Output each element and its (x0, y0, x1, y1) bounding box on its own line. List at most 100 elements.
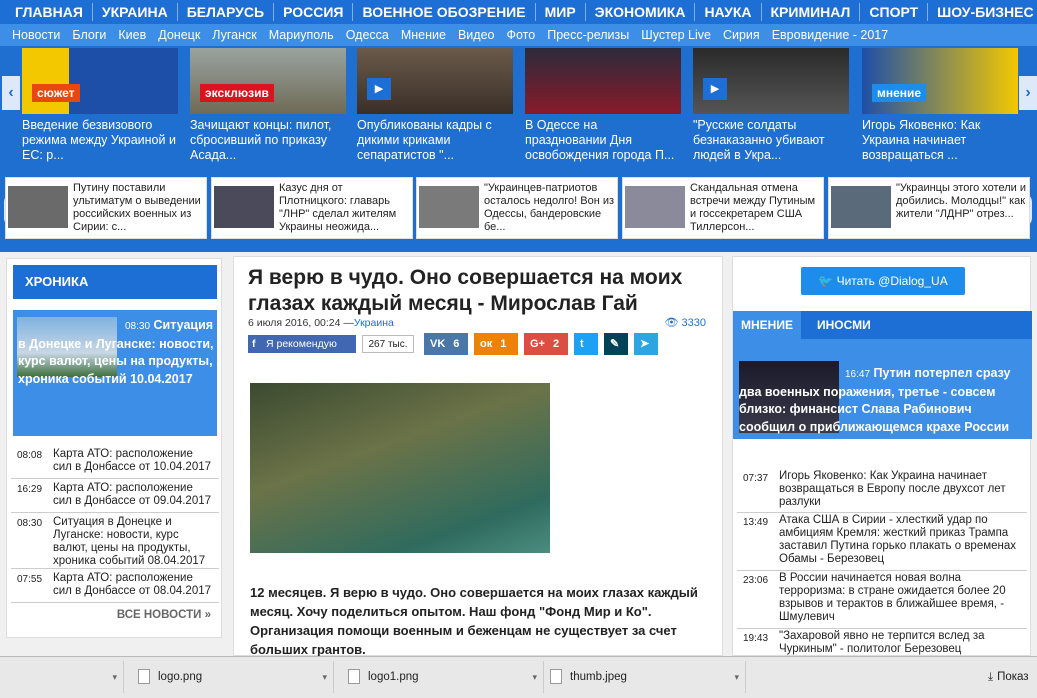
share-gplus-button[interactable]: G+ 2 (524, 333, 568, 355)
strip-card[interactable]: Путину поставили ультиматум о выведении … (5, 177, 207, 239)
strip-card[interactable]: Казус дня от Плотницкого: главарь "ЛНР" … (211, 177, 413, 239)
subnav-item[interactable]: Сирия (717, 28, 766, 42)
carousel-caption: Зачищают концы: пилот, сбросивший по при… (190, 118, 332, 162)
carousel-tag: сюжет (32, 84, 80, 102)
facebook-recommend-button[interactable]: fЯ рекомендую (248, 335, 356, 353)
share-count: 1 (500, 338, 507, 350)
opinion-item[interactable]: 07:37 Игорь Яковенко: Как Украина начинае… (737, 469, 1027, 513)
subnav-item[interactable]: Киев (112, 28, 152, 42)
nav-item[interactable]: СПОРТ (860, 3, 929, 21)
article: Я верю в чудо. Оно совершается на моих г… (233, 256, 723, 657)
download-item[interactable]: logo1.png ▾ (338, 661, 544, 693)
chronicle-title: Карта АТО: расположение сил в Донбассе о… (53, 482, 212, 507)
subnav-item[interactable]: Мариуполь (263, 28, 340, 42)
chevron-down-icon[interactable]: ▾ (532, 661, 537, 693)
subnav-item[interactable]: Блоги (66, 28, 112, 42)
all-news-link[interactable]: ВСЕ НОВОСТИ » (117, 609, 211, 621)
share-twitter-button[interactable]: t (574, 333, 598, 355)
chevron-down-icon[interactable]: ▾ (734, 661, 739, 693)
opinion-item[interactable]: 19:43 "Захаровой явно не терпится вслед з… (737, 629, 1027, 659)
carousel-image (22, 48, 178, 114)
nav-item[interactable]: УКРАИНА (93, 3, 178, 21)
strip-card[interactable]: "Украинцы этого хотели и добились. Молод… (828, 177, 1030, 239)
play-icon: ▶ (703, 78, 727, 100)
share-telegram-button[interactable]: ➤ (634, 333, 658, 355)
nav-item[interactable]: ГЛАВНАЯ (6, 3, 93, 21)
facebook-count: 267 тыс. (362, 335, 414, 353)
nav-item[interactable]: НАУКА (695, 3, 762, 21)
subnav-item[interactable]: Фото (501, 28, 542, 42)
chronicle-feature[interactable]: 08:30 Ситуация в Донецке и Луганске: нов… (13, 310, 217, 436)
subnav-item[interactable]: Шустер Live (635, 28, 717, 42)
carousel-card[interactable]: эксклюзив Зачищают концы: пилот, сбросивш… (190, 48, 346, 168)
subnav-item[interactable]: Пресс-релизы (541, 28, 635, 42)
download-filename: thumb.jpeg (570, 671, 627, 683)
twitter-follow-button[interactable]: 🐦 Читать @Dialog_UA (801, 267, 965, 295)
nav-item[interactable]: РОССИЯ (274, 3, 354, 21)
chevron-down-icon[interactable]: ▾ (112, 661, 117, 693)
chronicle-item[interactable]: 08:30 Ситуация в Донецке и Луганске: ново… (11, 513, 219, 569)
opinion-feature[interactable]: 16:47 Путин потерпел сразу два военных п… (733, 339, 1032, 439)
article-date: 6 июля 2016, 00:24 (248, 317, 341, 329)
opinion-feature-time: 16:47 (845, 369, 871, 380)
carousel-card[interactable]: ▶ "Русские солдаты безнаказанно убивают л… (693, 48, 849, 168)
article-photo (250, 383, 550, 553)
download-filename: logo.png (158, 671, 203, 683)
twitter-icon: t (580, 338, 584, 350)
strip-card[interactable]: "Украинцев-патриотов осталось недолго! В… (416, 177, 618, 239)
share-count: 6 (453, 338, 460, 350)
carousel-card[interactable]: сюжет Введение безвизового режима между У… (22, 48, 178, 168)
show-all-downloads-button[interactable]: ⤓ Показ (978, 661, 1037, 693)
chronicle-feature-title: Ситуация в Донецке и Луганске: новости, … (18, 318, 214, 386)
opinion-title: "Захаровой явно не терпится вслед за Чур… (779, 630, 985, 655)
download-filename: logo1.png (368, 671, 419, 683)
chronicle-title: Ситуация в Донецке и Луганске: новости, … (53, 516, 206, 567)
subnav-item[interactable]: Новости (6, 28, 66, 42)
subnav-item[interactable]: Видео (452, 28, 501, 42)
share-ok-button[interactable]: ок 1 (474, 333, 518, 355)
carousel-image (862, 48, 1018, 114)
strip-card[interactable]: Скандальная отмена встречи между Путиным… (622, 177, 824, 239)
article-views: 👁 3330 (664, 317, 706, 329)
tab-opinion[interactable]: МНЕНИЕ (733, 311, 801, 339)
nav-item[interactable]: МИР (536, 3, 586, 21)
chevron-down-icon[interactable]: ▾ (322, 661, 327, 693)
subnav-item[interactable]: Одесса (340, 28, 395, 42)
share-livejournal-button[interactable]: ✎ (604, 333, 628, 355)
carousel-next-arrow[interactable]: › (1019, 76, 1037, 110)
subnav-item[interactable]: Луганск (206, 28, 262, 42)
share-vk-button[interactable]: VK 6 (424, 333, 468, 355)
chronicle-item[interactable]: 08:08 Карта АТО: расположение сил в Донба… (11, 445, 219, 479)
article-title: Я верю в чудо. Оно совершается на моих г… (248, 266, 683, 315)
nav-item[interactable]: КРИМИНАЛ (762, 3, 861, 21)
nav-item[interactable]: ВОЕННОЕ ОБОЗРЕНИЕ (353, 3, 536, 21)
subnav-item[interactable]: Евровидение - 2017 (766, 28, 895, 42)
article-category-link[interactable]: Украина (354, 317, 394, 329)
carousel-card[interactable]: В Одессе на праздновании Дня освобождени… (525, 48, 681, 168)
opinion-item[interactable]: 23:06 В России начинается новая волна тер… (737, 571, 1027, 629)
tab-inosmi[interactable]: ИНОСМИ (809, 311, 879, 339)
chronicle-time: 08:08 (17, 450, 43, 461)
chronicle-item[interactable]: 07:55 Карта АТО: расположение сил в Донба… (11, 569, 219, 603)
nav-item[interactable]: ШОУ-БИЗНЕС (928, 3, 1037, 21)
opinion-item[interactable]: 13:49 Атака США в Сирии - хлесткий удар п… (737, 513, 1027, 571)
download-item[interactable]: logo.png ▾ (128, 661, 334, 693)
carousel-card[interactable]: мнение Игорь Яковенко: Как Украина начина… (862, 48, 1018, 168)
main-nav: ГЛАВНАЯ УКРАИНА БЕЛАРУСЬ РОССИЯ ВОЕННОЕ ОБОЗ… (0, 0, 1037, 24)
carousel-card[interactable]: ▶ Опубликованы кадры с дикими криками сеп… (357, 48, 513, 168)
carousel-caption: Опубликованы кадры с дикими криками сепа… (357, 118, 492, 162)
download-item[interactable]: ▾ (0, 661, 124, 693)
subnav-item[interactable]: Мнение (395, 28, 452, 42)
carousel-image (190, 48, 346, 114)
gplus-icon: G+ (530, 338, 545, 350)
download-bar: ▾ logo.png ▾ logo1.png ▾ thumb.jpeg ▾ ⤓ Показ (0, 656, 1037, 698)
article-meta: 6 июля 2016, 00:24 —Украина (248, 317, 394, 329)
download-item[interactable]: thumb.jpeg ▾ (540, 661, 746, 693)
carousel-prev-arrow[interactable]: ‹ (2, 76, 20, 110)
nav-item[interactable]: ЭКОНОМИКА (586, 3, 696, 21)
chronicle-header: ХРОНИКА (13, 265, 217, 299)
nav-item[interactable]: БЕЛАРУСЬ (178, 3, 275, 21)
chronicle-item[interactable]: 16:29 Карта АТО: расположение сил в Донба… (11, 479, 219, 513)
carousel-image (525, 48, 681, 114)
subnav-item[interactable]: Донецк (152, 28, 206, 42)
